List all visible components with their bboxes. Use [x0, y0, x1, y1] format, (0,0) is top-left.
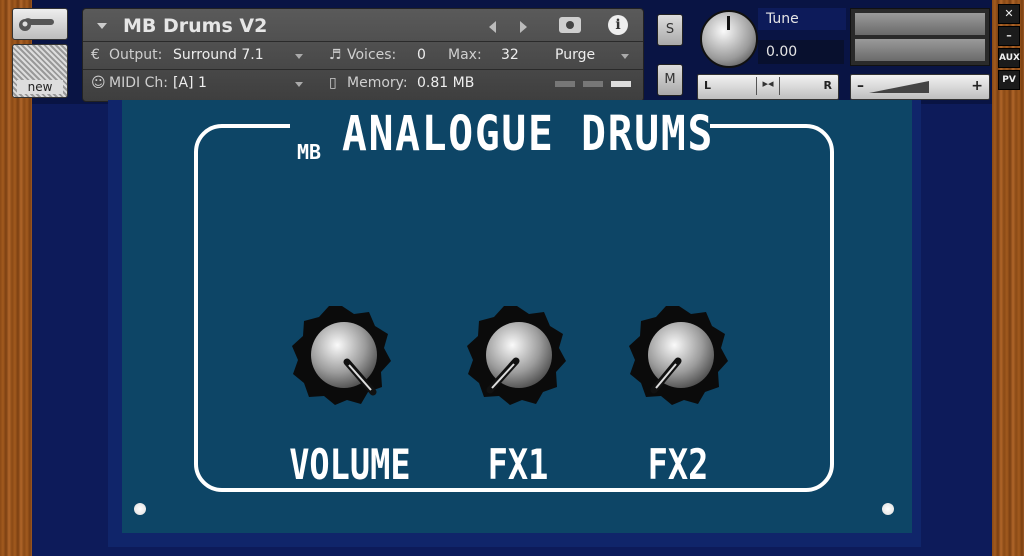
camera-icon[interactable]	[559, 17, 581, 33]
memory-icon: ▯	[329, 75, 337, 91]
fx2-knob[interactable]	[628, 304, 730, 406]
level-meter-right-channel	[855, 39, 985, 61]
panel-title: ANALOGUE DRUMS	[342, 106, 715, 162]
purge-dropdown-icon[interactable]	[621, 54, 629, 59]
minimize-button[interactable]: –	[998, 26, 1020, 46]
knob-icon	[629, 306, 728, 405]
aux-button[interactable]: AUX	[998, 48, 1020, 68]
midi-channel-label: MIDI Ch:	[109, 75, 168, 91]
tune-value[interactable]: 0.00	[758, 40, 844, 64]
output-icon: €	[91, 47, 100, 63]
memory-label: Memory:	[347, 75, 408, 91]
memory-value: 0.81 MB	[417, 75, 475, 91]
cpu-meter-segment	[583, 81, 603, 87]
midi-channel-select[interactable]: [A] 1	[173, 75, 207, 91]
fx1-knob-label: FX1	[487, 440, 549, 489]
knob-icon	[292, 306, 391, 405]
output-label: Output:	[109, 47, 163, 63]
midi-dropdown-icon[interactable]	[295, 82, 303, 87]
header-divider	[83, 69, 643, 70]
output-dropdown-icon[interactable]	[295, 54, 303, 59]
volume-knob[interactable]	[291, 304, 393, 406]
new-button[interactable]: new	[12, 44, 68, 98]
volume-knob-label: VOLUME	[289, 440, 411, 489]
max-label: Max:	[448, 47, 482, 63]
level-meter-left-channel	[855, 13, 985, 35]
wrench-button[interactable]	[12, 8, 68, 40]
pv-button[interactable]: PV	[998, 70, 1020, 90]
title-prefix: MB	[297, 140, 322, 164]
mute-button[interactable]: M	[657, 64, 683, 96]
volume-plus-label: +	[971, 78, 983, 94]
midi-icon: ☺	[91, 75, 106, 91]
info-icon[interactable]: i	[608, 15, 628, 35]
output-select[interactable]: Surround 7.1	[173, 47, 264, 63]
header-divider	[83, 41, 643, 42]
voices-value: 0	[417, 47, 426, 63]
pan-handle-icon[interactable]: ▸◂	[756, 77, 780, 95]
pan-left-label: L	[704, 79, 712, 92]
instrument-menu-arrow-icon[interactable]	[97, 23, 107, 29]
instrument-name[interactable]: MB Drums V2	[123, 15, 267, 37]
close-button[interactable]: ✕	[998, 4, 1020, 24]
max-voices-value[interactable]: 32	[501, 47, 519, 63]
pan-right-label: R	[823, 79, 832, 92]
wrench-icon	[19, 18, 54, 31]
tune-label: Tune	[758, 8, 846, 30]
tune-knob[interactable]	[700, 10, 758, 68]
knob-icon	[467, 306, 566, 405]
voices-icon: ♬	[329, 47, 342, 63]
instrument-header: MB Drums V2 i € Output: Surround 7.1 ♬ V…	[82, 8, 644, 102]
purge-menu[interactable]: Purge	[555, 47, 595, 63]
volume-wedge-icon	[869, 81, 929, 93]
pan-slider[interactable]: L ▸◂ R	[697, 74, 839, 100]
next-instrument-icon[interactable]	[520, 21, 527, 33]
new-label: new	[17, 80, 63, 94]
volume-slider[interactable]: – +	[850, 74, 990, 100]
panel-screw	[134, 503, 146, 515]
voices-label: Voices:	[347, 47, 397, 63]
fx2-knob-label: FX2	[647, 440, 709, 489]
fx1-knob[interactable]	[466, 304, 568, 406]
previous-instrument-icon[interactable]	[489, 21, 496, 33]
volume-minus-label: –	[857, 78, 864, 94]
solo-button[interactable]: S	[657, 14, 683, 46]
panel-screw	[882, 503, 894, 515]
cpu-meter-segment	[555, 81, 575, 87]
level-meter	[850, 8, 990, 66]
cpu-meter-segment	[611, 81, 631, 87]
